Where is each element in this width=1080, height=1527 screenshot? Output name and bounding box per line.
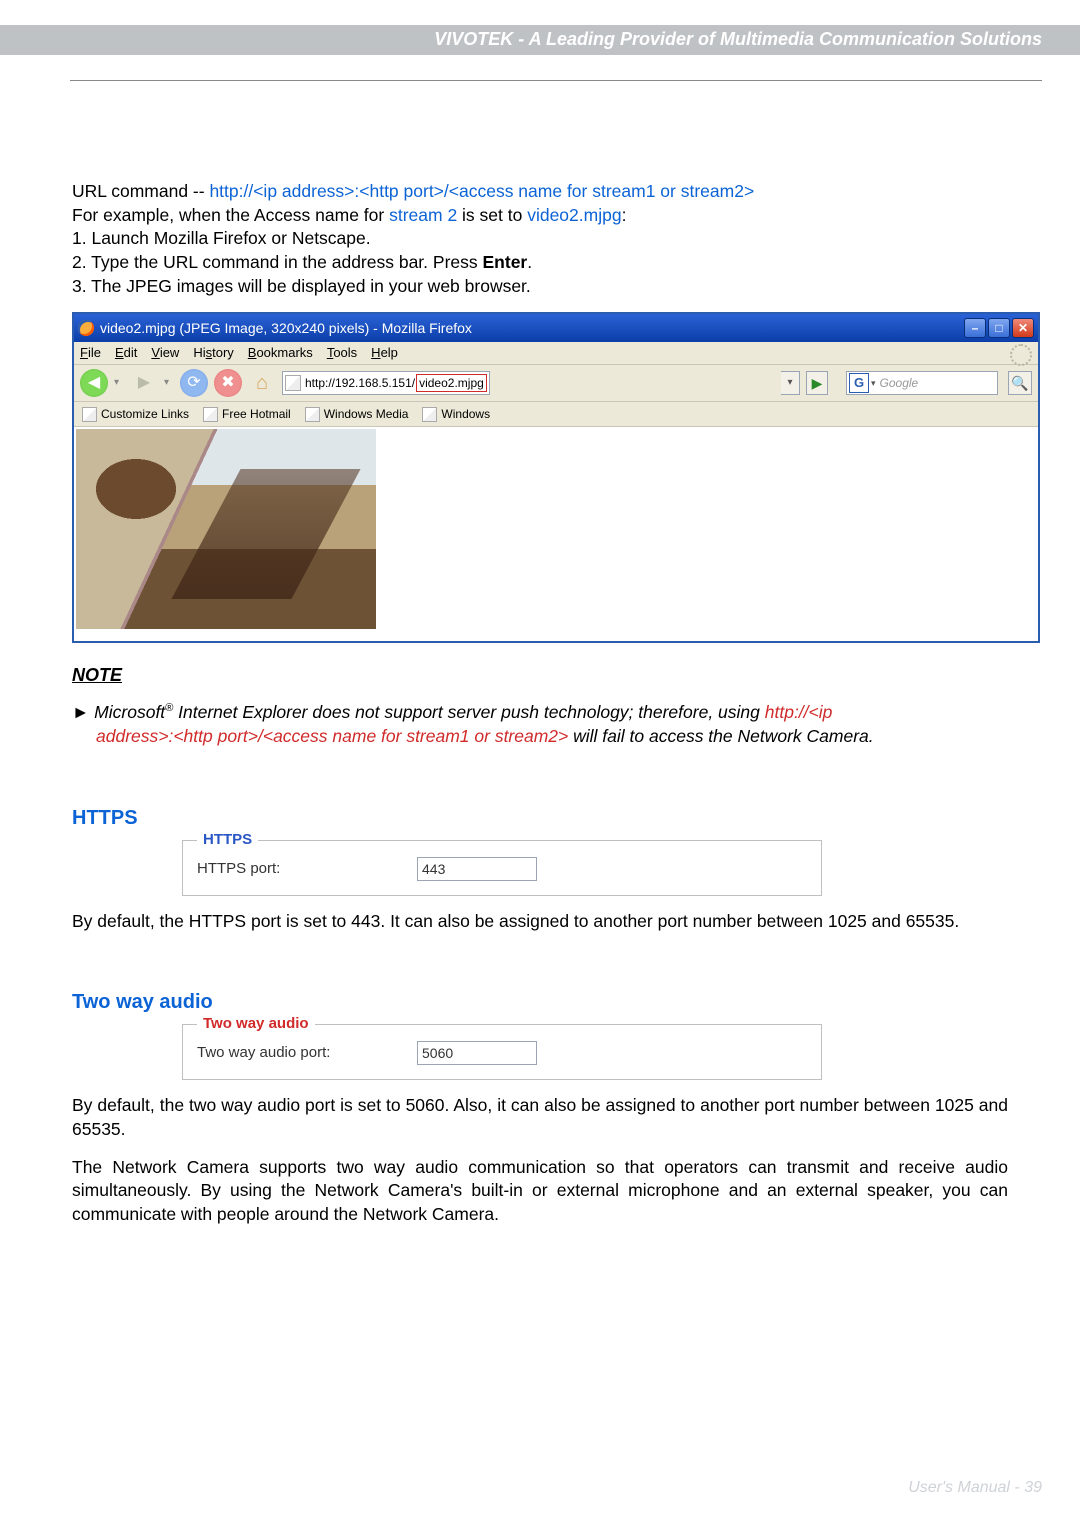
page-footer: User's Manual - 39: [908, 1479, 1042, 1497]
bookmark-label: Windows Media: [324, 406, 409, 422]
note-text-1b: Internet Explorer does not support serve…: [173, 702, 764, 722]
https-description: By default, the HTTPS port is set to 443…: [72, 910, 1008, 934]
two-way-audio-port-label: Two way audio port:: [197, 1043, 417, 1063]
bookmark-icon: [422, 407, 437, 422]
reload-button[interactable]: ⟳: [180, 369, 208, 397]
close-button[interactable]: ✕: [1012, 318, 1034, 338]
menu-history[interactable]: History: [193, 344, 233, 362]
header-rule: [70, 80, 1042, 81]
bookmark-label: Windows: [441, 406, 490, 422]
menu-view[interactable]: View: [151, 344, 179, 362]
url-step-2-text: 2. Type the URL command in the address b…: [72, 252, 483, 272]
url-ex-mid: is set to: [457, 205, 527, 225]
search-box[interactable]: G ▾ Google: [846, 371, 998, 395]
header-bar: VIVOTEK - A Leading Provider of Multimed…: [0, 25, 1080, 55]
note-url-start: http://<ip: [765, 702, 833, 722]
menu-edit[interactable]: Edit: [115, 344, 137, 362]
address-history-dropdown[interactable]: ▾: [781, 371, 800, 395]
page-icon: [285, 375, 301, 391]
search-go-button[interactable]: 🔍: [1008, 371, 1032, 395]
nav-toolbar: ◀ ▾ ▶ ▾ ⟳ ✖ ⌂ http://192.168.5.151/video…: [74, 365, 1038, 402]
menu-bar: File Edit View History Bookmarks Tools H…: [74, 342, 1038, 365]
url-ex-suffix: :: [622, 205, 627, 225]
maximize-button[interactable]: □: [988, 318, 1010, 338]
menu-help[interactable]: Help: [371, 344, 398, 362]
https-port-input[interactable]: [417, 857, 537, 881]
bookmark-customize-links[interactable]: Customize Links: [82, 406, 189, 422]
google-g-icon: G: [849, 373, 869, 393]
bookmark-icon: [305, 407, 320, 422]
search-placeholder: Google: [880, 375, 919, 391]
bookmark-label: Customize Links: [101, 406, 189, 422]
two-way-audio-heading: Two way audio: [72, 989, 1008, 1016]
bookmark-icon: [82, 407, 97, 422]
url-ex-prefix: For example, when the Access name for: [72, 205, 389, 225]
note-heading: NOTE: [72, 663, 1008, 687]
url-step-2: 2. Type the URL command in the address b…: [72, 251, 1008, 275]
bookmarks-toolbar: Customize Links Free Hotmail Windows Med…: [74, 402, 1038, 427]
two-way-audio-port-input[interactable]: [417, 1041, 537, 1065]
back-dropdown[interactable]: ▾: [114, 376, 124, 390]
go-button[interactable]: ▶: [806, 371, 828, 395]
bookmark-windows[interactable]: Windows: [422, 406, 490, 422]
minimize-button[interactable]: –: [964, 318, 986, 338]
note-url-rest: address>:<http port>/<access name for st…: [96, 726, 568, 746]
period: .: [527, 252, 532, 272]
window-titlebar: video2.mjpg (JPEG Image, 320x240 pixels)…: [74, 314, 1038, 342]
url-step-3: 3. The JPEG images will be displayed in …: [72, 275, 1008, 299]
search-engine-dropdown-icon[interactable]: ▾: [871, 377, 876, 389]
menu-bookmarks[interactable]: Bookmarks: [248, 344, 313, 362]
address-bar[interactable]: http://192.168.5.151/video2.mjpg: [282, 371, 490, 395]
bookmark-icon: [203, 407, 218, 422]
camera-stream-image: [76, 429, 376, 629]
url-ex-stream: stream 2: [389, 205, 457, 225]
url-ex-value: video2.mjpg: [527, 205, 621, 225]
stop-button[interactable]: ✖: [214, 369, 242, 397]
https-fieldset: HTTPS HTTPS port:: [182, 840, 822, 896]
two-way-audio-fieldset: Two way audio Two way audio port:: [182, 1024, 822, 1080]
enter-key: Enter: [483, 252, 528, 272]
url-example-line: For example, when the Access name for st…: [72, 204, 1008, 228]
back-button[interactable]: ◀: [80, 369, 108, 397]
two-way-audio-description-1: By default, the two way audio port is se…: [72, 1094, 1008, 1141]
window-title: video2.mjpg (JPEG Image, 320x240 pixels)…: [100, 319, 472, 338]
address-base: http://192.168.5.151/: [305, 375, 415, 391]
forward-dropdown[interactable]: ▾: [164, 376, 174, 390]
two-way-audio-description-2: The Network Camera supports two way audi…: [72, 1156, 1008, 1227]
url-command-line: URL command -- http://<ip address>:<http…: [72, 180, 1008, 204]
menu-file[interactable]: File: [80, 344, 101, 362]
url-cmd-pattern: http://<ip address>:<http port>/<access …: [209, 181, 754, 201]
bookmark-windows-media[interactable]: Windows Media: [305, 406, 409, 422]
forward-button[interactable]: ▶: [130, 369, 158, 397]
activity-throbber-icon: [1010, 344, 1032, 366]
url-cmd-prefix: URL command --: [72, 181, 209, 201]
https-legend: HTTPS: [197, 830, 258, 850]
note-text-2: will fail to access the Network Camera.: [568, 726, 873, 746]
two-way-audio-legend: Two way audio: [197, 1014, 315, 1034]
firefox-icon: [78, 320, 94, 336]
https-heading: HTTPS: [72, 805, 1008, 832]
page-header-title: VIVOTEK - A Leading Provider of Multimed…: [434, 29, 1042, 50]
browser-viewport: [74, 427, 1038, 641]
firefox-window: video2.mjpg (JPEG Image, 320x240 pixels)…: [72, 312, 1040, 643]
bookmark-label: Free Hotmail: [222, 406, 291, 422]
url-step-1: 1. Launch Mozilla Firefox or Netscape.: [72, 227, 1008, 251]
note-text-1a: ► Microsoft: [72, 702, 165, 722]
home-button[interactable]: ⌂: [248, 369, 276, 397]
note-body: ► Microsoft® Internet Explorer does not …: [72, 701, 1008, 748]
https-port-label: HTTPS port:: [197, 859, 417, 879]
menu-tools[interactable]: Tools: [327, 344, 357, 362]
bookmark-free-hotmail[interactable]: Free Hotmail: [203, 406, 291, 422]
address-highlight: video2.mjpg: [416, 374, 487, 392]
